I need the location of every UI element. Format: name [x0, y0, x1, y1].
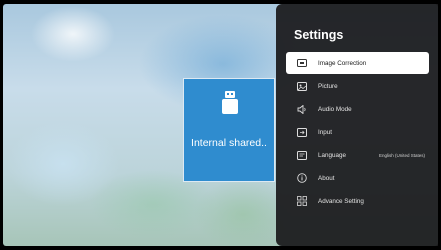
menu-item-image-correction[interactable]: Image Correction — [286, 52, 429, 74]
info-icon — [293, 171, 311, 185]
menu-item-label: Image Correction — [318, 59, 367, 67]
menu-item-input[interactable]: Input — [286, 121, 429, 143]
picture-icon — [293, 79, 311, 93]
speaker-icon — [293, 102, 311, 116]
usb-drive-icon — [220, 91, 240, 115]
menu-item-label: About — [318, 174, 335, 182]
menu-item-label: Picture — [318, 82, 338, 90]
language-value: English (United States) — [378, 152, 425, 158]
menu-item-label: Advance Setting — [318, 197, 364, 205]
menu-item-advance-setting[interactable]: Advance Setting — [286, 190, 429, 212]
menu-item-audio-mode[interactable]: Audio Mode — [286, 98, 429, 120]
grid-icon — [293, 194, 311, 208]
menu-item-label: Language — [318, 151, 347, 159]
internal-storage-tile[interactable]: Internal shared.. — [183, 78, 275, 182]
menu-item-picture[interactable]: Picture — [286, 75, 429, 97]
settings-menu: Image Correction Picture Audio Mode Inpu… — [286, 52, 429, 213]
language-icon — [293, 148, 311, 162]
menu-item-label: Audio Mode — [318, 105, 352, 113]
image-correction-icon — [293, 56, 311, 70]
input-icon — [293, 125, 311, 139]
menu-item-language[interactable]: Language English (United States) — [286, 144, 429, 166]
storage-tile-label: Internal shared.. — [191, 137, 267, 149]
settings-title: Settings — [294, 28, 344, 42]
menu-item-about[interactable]: About — [286, 167, 429, 189]
settings-panel: Settings Image Correction Picture Audio … — [276, 4, 438, 246]
menu-item-label: Input — [318, 128, 333, 136]
